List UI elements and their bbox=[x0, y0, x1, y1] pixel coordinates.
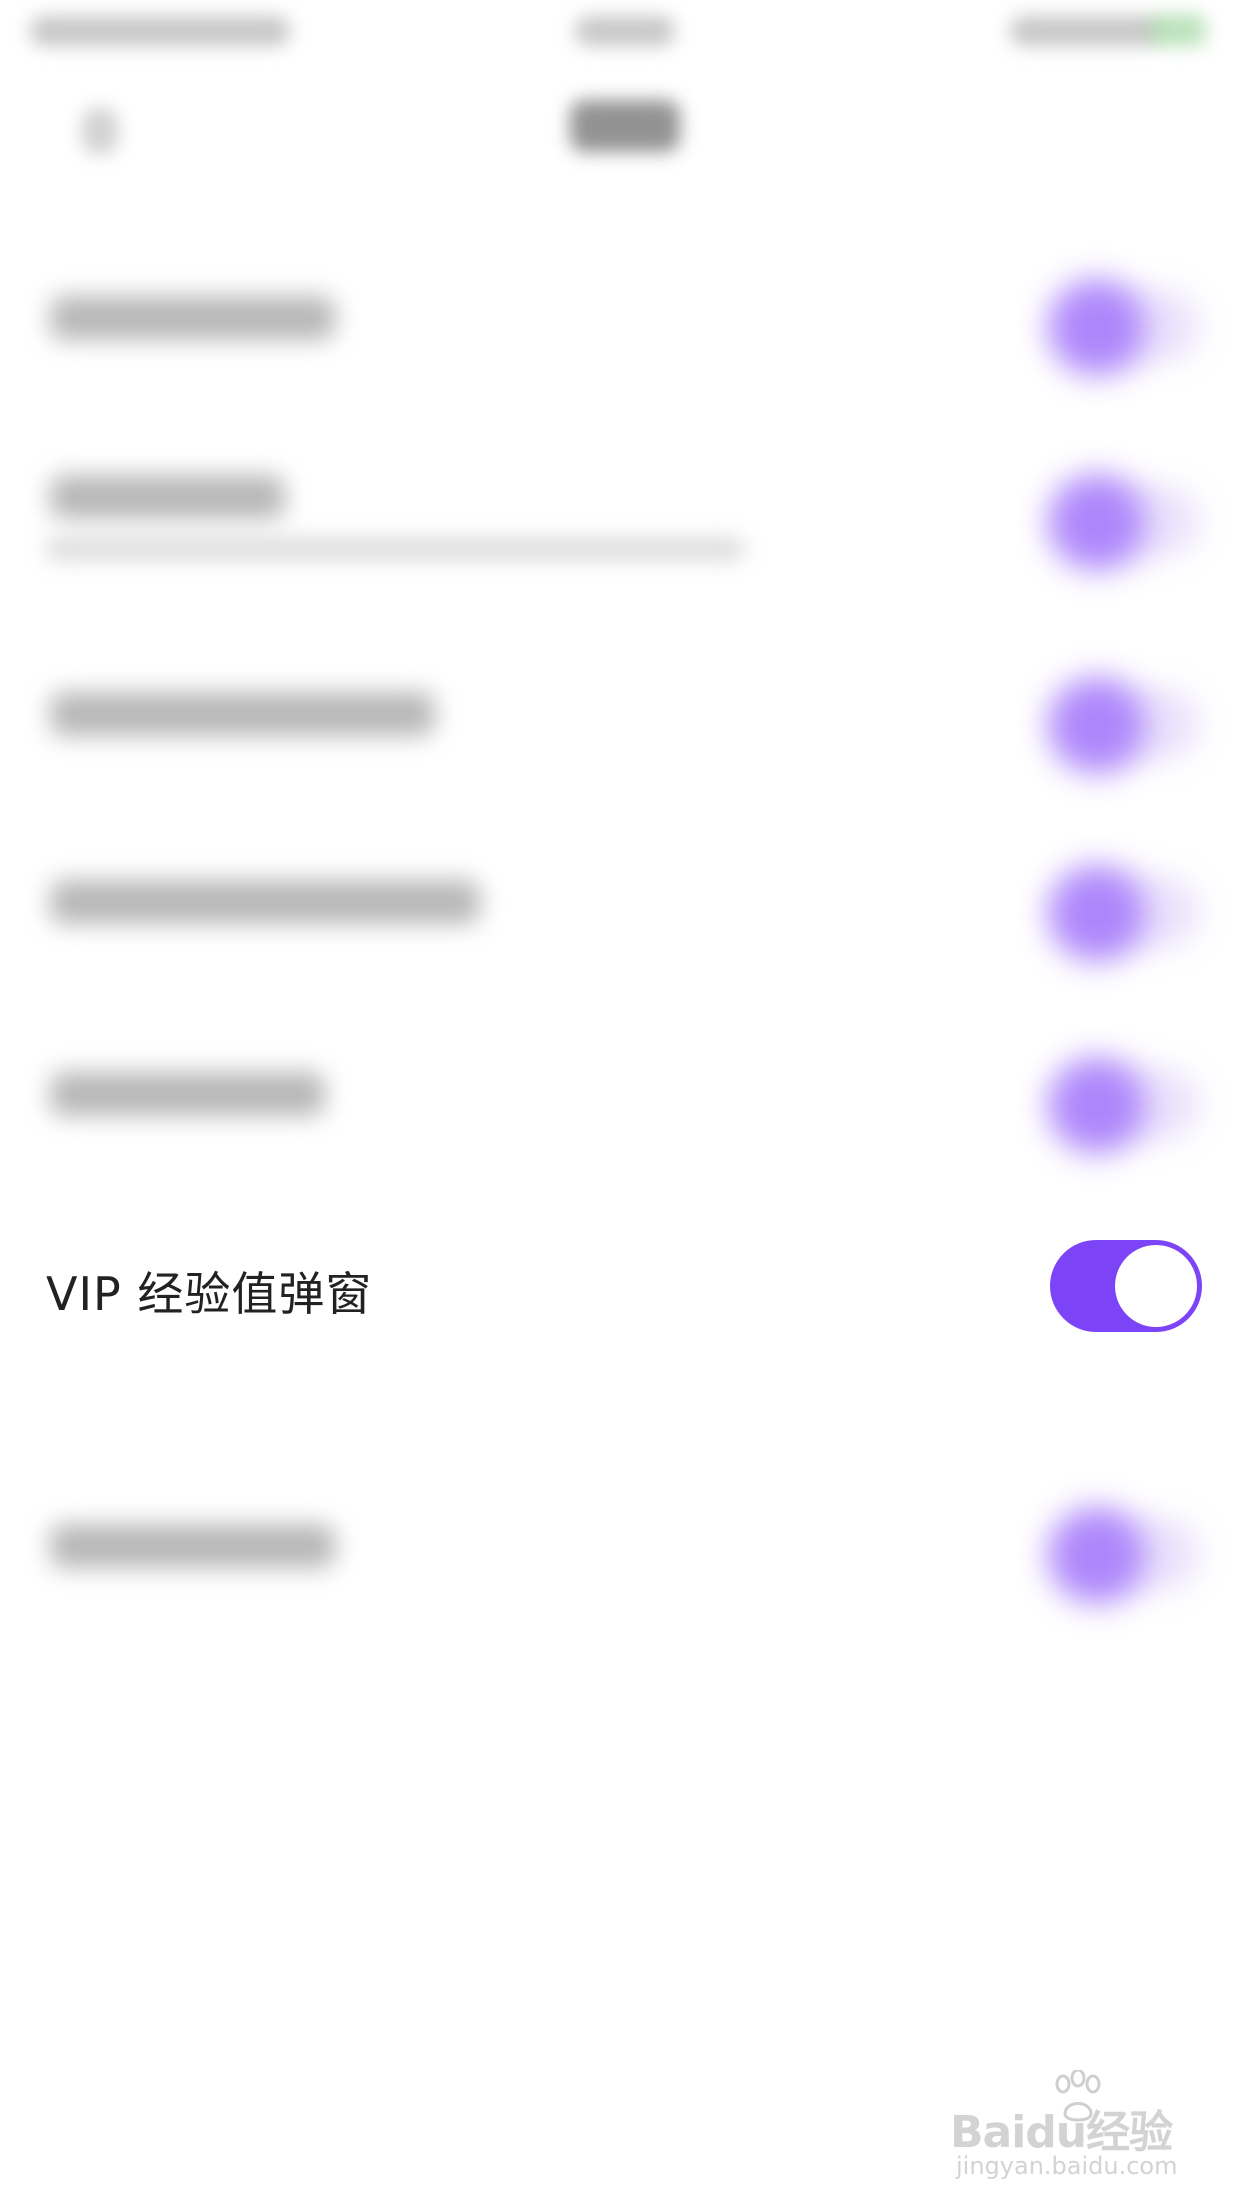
settings-row-4 bbox=[0, 860, 1242, 970]
row-4-toggle[interactable] bbox=[1050, 866, 1200, 961]
vip-popup-toggle[interactable] bbox=[1050, 1240, 1202, 1332]
row-3-label bbox=[50, 692, 435, 736]
status-indicators bbox=[1010, 16, 1160, 46]
status-time bbox=[575, 16, 675, 46]
settings-row-1 bbox=[0, 270, 1242, 380]
watermark-brand: Baidu经验 bbox=[950, 2107, 1173, 2158]
row-2-description bbox=[45, 537, 745, 561]
settings-row-7 bbox=[0, 1500, 1242, 1610]
settings-row-2 bbox=[0, 455, 1242, 605]
row-3-toggle[interactable] bbox=[1050, 678, 1200, 773]
status-bar bbox=[0, 0, 1242, 70]
row-1-toggle[interactable] bbox=[1050, 280, 1200, 375]
row-5-toggle[interactable] bbox=[1050, 1058, 1200, 1153]
watermark-url: jingyan.baidu.com bbox=[956, 2152, 1178, 2180]
battery-icon bbox=[1150, 14, 1206, 46]
back-icon[interactable] bbox=[82, 108, 118, 154]
row-2-toggle[interactable] bbox=[1050, 475, 1200, 570]
page-title bbox=[570, 100, 680, 152]
baidu-jingyan-watermark: Baidu经验 jingyan.baidu.com bbox=[950, 2070, 1190, 2190]
settings-row-3 bbox=[0, 670, 1242, 780]
toggle-knob bbox=[1115, 1245, 1197, 1327]
row-7-toggle[interactable] bbox=[1050, 1508, 1200, 1603]
settings-row-vip-popup: VIP 经验值弹窗 bbox=[0, 1240, 1242, 1332]
row-5-label bbox=[50, 1072, 325, 1116]
carrier-signal bbox=[30, 16, 290, 46]
row-2-label bbox=[50, 475, 285, 519]
vip-popup-label: VIP 经验值弹窗 bbox=[46, 1267, 373, 1321]
row-1-label bbox=[50, 296, 335, 340]
row-4-label bbox=[50, 880, 480, 924]
settings-screen: VIP 经验值弹窗 Baidu经验 jingyan.baidu.com bbox=[0, 0, 1242, 2208]
settings-row-5 bbox=[0, 1050, 1242, 1160]
row-7-label bbox=[50, 1524, 335, 1568]
